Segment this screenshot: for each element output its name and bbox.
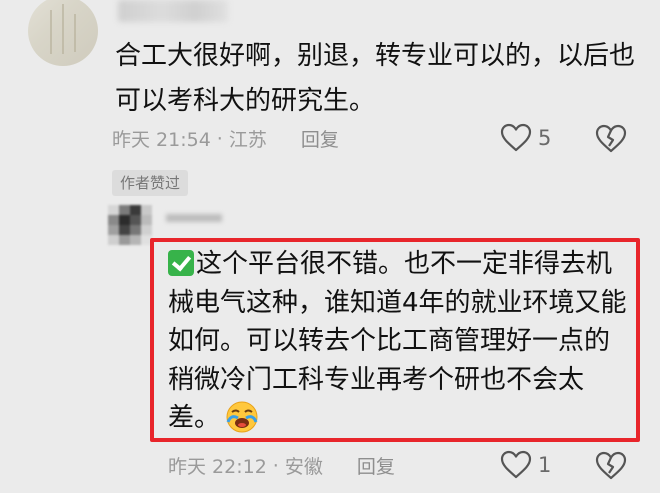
comment-meta: 昨天 21:54 · 江苏 回复 bbox=[112, 125, 339, 152]
avatar[interactable] bbox=[108, 205, 152, 245]
check-mark-emoji bbox=[168, 250, 194, 276]
heart-icon bbox=[500, 123, 532, 152]
like-button[interactable]: 1 bbox=[500, 450, 551, 480]
reply-button[interactable]: 回复 bbox=[301, 125, 339, 152]
comment-meta: 昨天 22:12 · 安徽 回复 bbox=[168, 452, 395, 479]
comment-location: 江苏 bbox=[228, 129, 267, 151]
comment-location: 安徽 bbox=[284, 456, 323, 478]
avatar[interactable] bbox=[28, 0, 98, 66]
comment-text: 合工大很好啊，别退，转专业可以的，以后也可以考科大的研究生。 bbox=[115, 41, 636, 116]
comment-time: 昨天 22:12 bbox=[168, 456, 267, 478]
broken-heart-icon[interactable] bbox=[595, 124, 627, 154]
heart-icon bbox=[500, 450, 532, 479]
username-blurred[interactable] bbox=[118, 0, 228, 22]
face-palm-emoji bbox=[226, 401, 258, 433]
comment-time: 昨天 21:54 bbox=[112, 129, 211, 151]
broken-heart-icon[interactable] bbox=[595, 451, 627, 481]
like-button[interactable]: 5 bbox=[500, 123, 551, 153]
meta-separator: · bbox=[216, 127, 223, 150]
username-blurred[interactable]: _ bbox=[166, 214, 222, 222]
author-liked-badge: 作者赞过 bbox=[112, 170, 189, 196]
like-count: 5 bbox=[538, 126, 552, 150]
meta-separator: · bbox=[272, 454, 279, 477]
reply-button[interactable]: 回复 bbox=[357, 452, 395, 479]
reply-comment: 这个平台很不错。也不一定非得去机械电气这种，谁知道4年的就业环境又能如何。可以转… bbox=[168, 245, 630, 438]
like-count: 1 bbox=[538, 453, 552, 477]
